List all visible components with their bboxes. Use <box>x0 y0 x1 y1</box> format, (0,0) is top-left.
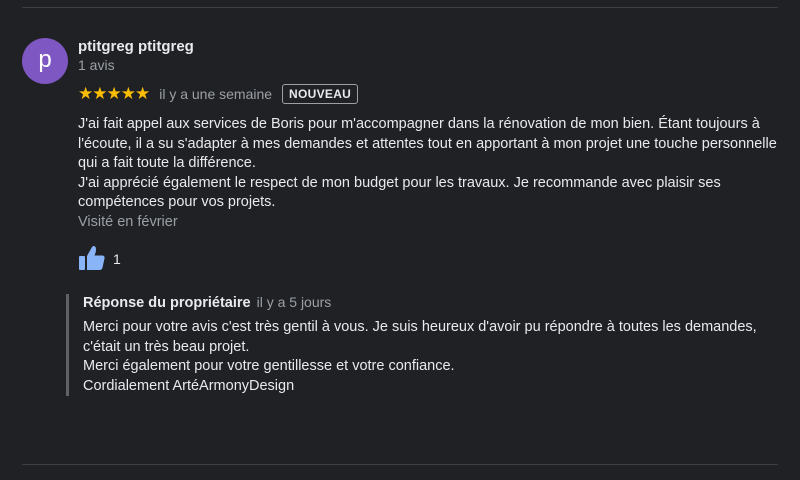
review-date: il y a une semaine <box>159 86 273 102</box>
like-count: 1 <box>113 251 121 267</box>
star-rating: ★★★★★ <box>78 84 150 103</box>
response-paragraph: Cordialement ArtéArmonyDesign <box>83 377 295 394</box>
thumbs-up-icon <box>79 246 105 270</box>
avatar[interactable]: p <box>22 38 68 84</box>
visited-date: Visité en février <box>78 214 178 230</box>
rating-row: ★★★★★ il y a une semaine NOUVEAU <box>78 83 359 105</box>
response-text: Merci pour votre avis c'est très gentil … <box>83 318 783 396</box>
review-paragraph: J'ai fait appel aux services de Boris po… <box>78 116 777 171</box>
new-badge: NOUVEAU <box>282 84 359 104</box>
review-text: J'ai fait appel aux services de Boris po… <box>78 115 778 213</box>
response-date: il y a 5 jours <box>256 294 332 310</box>
bottom-divider <box>22 464 778 465</box>
like-button[interactable] <box>78 245 106 271</box>
author-review-count: 1 avis <box>78 57 115 73</box>
response-header: Réponse du propriétaire il y a 5 jours <box>83 294 783 314</box>
review-paragraph: J'ai apprécié également le respect de mo… <box>78 174 721 211</box>
author-name[interactable]: ptitgreg ptitgreg <box>78 38 194 55</box>
response-title: Réponse du propriétaire <box>83 295 251 311</box>
response-paragraph: Merci également pour votre gentillesse e… <box>83 358 455 374</box>
response-paragraph: Merci pour votre avis c'est très gentil … <box>83 319 757 355</box>
owner-response: Réponse du propriétaire il y a 5 jours M… <box>66 294 783 396</box>
top-divider <box>22 7 778 8</box>
